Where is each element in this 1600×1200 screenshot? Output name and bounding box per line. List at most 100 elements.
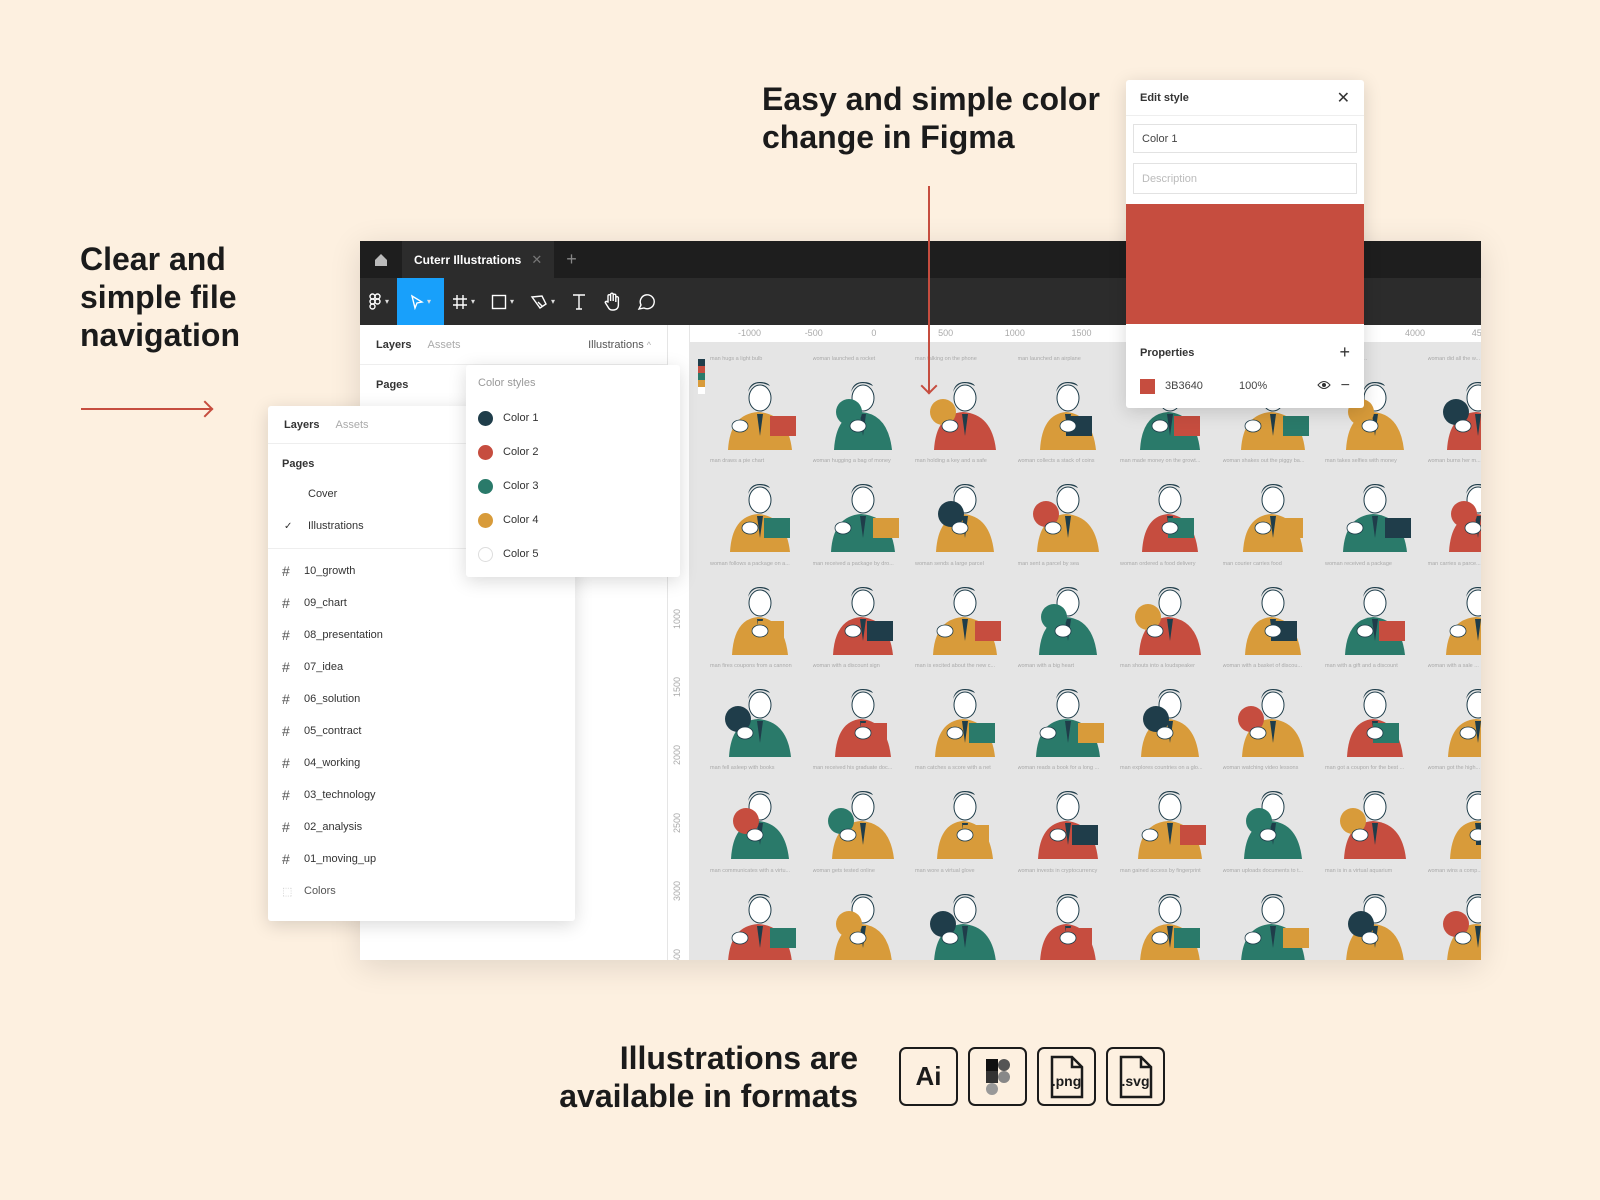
illustration-card[interactable]: woman wins a comp... bbox=[1428, 868, 1481, 960]
eye-icon[interactable] bbox=[1316, 380, 1331, 393]
illustration-card[interactable]: woman with a sale ... bbox=[1428, 663, 1481, 763]
ruler-tick-label: 1500 bbox=[1071, 328, 1092, 338]
illustration-card[interactable]: woman launched a rocket bbox=[813, 356, 913, 456]
illustration-card[interactable]: man received his graduate doc... bbox=[813, 765, 913, 865]
illustration bbox=[833, 382, 892, 450]
layer-item-frame[interactable]: #04_working bbox=[268, 747, 575, 779]
home-icon[interactable] bbox=[360, 241, 402, 278]
illustration-caption: woman with a basket of discou... bbox=[1222, 662, 1302, 669]
layer-item-frame[interactable]: #09_chart bbox=[268, 587, 575, 619]
illustration bbox=[1447, 688, 1481, 757]
pen-tool-button[interactable]: ▾ bbox=[522, 278, 563, 325]
illustration-card[interactable]: man catches a score with a net bbox=[915, 765, 1015, 865]
headline-line: Clear and bbox=[80, 241, 226, 277]
illustration-card[interactable]: man holding a key and a safe bbox=[915, 458, 1015, 558]
fill-opacity-value[interactable]: 100% bbox=[1239, 380, 1267, 392]
headline-file-navigation: Clear and simple file navigation bbox=[80, 240, 240, 354]
move-tool-button[interactable]: ▾ bbox=[397, 278, 445, 325]
illustration-card[interactable]: woman with a discount sign bbox=[813, 663, 913, 763]
color-style-item[interactable]: Color 3 bbox=[466, 469, 680, 503]
illustration-card[interactable]: woman follows a package on a... bbox=[710, 561, 810, 661]
comment-tool-button[interactable] bbox=[629, 278, 663, 325]
text-tool-button[interactable] bbox=[563, 278, 595, 325]
page-selector-label: Illustrations bbox=[588, 338, 644, 351]
fill-hex-value[interactable]: 3B3640 bbox=[1165, 380, 1229, 392]
illustration-card[interactable]: man made money on the growt... bbox=[1120, 458, 1220, 558]
color-style-item[interactable]: Color 4 bbox=[466, 503, 680, 537]
illustration-card[interactable]: man is excited about the new c... bbox=[915, 663, 1015, 763]
hand-tool-button[interactable] bbox=[595, 278, 629, 325]
illustration-card[interactable]: man talking on the phone bbox=[915, 356, 1015, 456]
illustration-card[interactable]: woman got the high... bbox=[1428, 765, 1481, 865]
layer-item-frame[interactable]: #08_presentation bbox=[268, 619, 575, 651]
layer-item-frame[interactable]: #07_idea bbox=[268, 651, 575, 683]
illustration-card[interactable]: woman hugging a bag of money bbox=[813, 458, 913, 558]
file-tab[interactable]: Cuterr Illustrations ✕ bbox=[402, 241, 555, 278]
illustration-card[interactable]: woman invests in cryptocurrency bbox=[1018, 868, 1118, 960]
illustration-card[interactable]: man draws a pie chart bbox=[710, 458, 810, 558]
close-icon[interactable]: ✕ bbox=[1337, 88, 1350, 108]
headline-line: navigation bbox=[80, 317, 241, 353]
layer-item-frame[interactable]: #01_moving_up bbox=[268, 843, 575, 875]
illustration-card[interactable]: man launched an airplane bbox=[1018, 356, 1118, 456]
color-style-item[interactable]: Color 5 bbox=[466, 537, 680, 571]
illustration-card[interactable]: man explores countries on a glo... bbox=[1120, 765, 1220, 865]
illustration-card[interactable]: woman collects a stack of coins bbox=[1018, 458, 1118, 558]
illustration-card[interactable]: woman did all the w... bbox=[1428, 356, 1481, 456]
add-property-icon[interactable]: + bbox=[1339, 342, 1350, 363]
illustration-card[interactable]: man shouts into a loudspeaker bbox=[1120, 663, 1220, 763]
illustration bbox=[1032, 484, 1099, 553]
illustration bbox=[936, 484, 994, 553]
illustration-card[interactable]: man got a coupon for the best ... bbox=[1325, 765, 1425, 865]
ruler-tick-label: 500 bbox=[938, 328, 954, 338]
illustration-card[interactable]: man communicates with a virtu... bbox=[710, 867, 810, 960]
page-selector[interactable]: Illustrations ^ bbox=[588, 339, 651, 351]
color-style-item[interactable]: Color 1 bbox=[466, 401, 680, 435]
illustration-card[interactable]: woman watching video lessons bbox=[1223, 765, 1323, 865]
illustration-card[interactable]: woman shakes out the piggy ba... bbox=[1223, 458, 1323, 558]
color-style-item[interactable]: Color 2 bbox=[466, 435, 680, 469]
illustration-caption: man communicates with a virtu... bbox=[710, 867, 791, 874]
figma-menu-button[interactable]: ▾ bbox=[360, 278, 397, 325]
illustration-caption: man sent a parcel by sea bbox=[1017, 560, 1079, 567]
remove-fill-icon[interactable]: − bbox=[1341, 377, 1350, 395]
layer-item-frame[interactable]: #02_analysis bbox=[268, 811, 575, 843]
assets-tab[interactable]: Assets bbox=[335, 419, 368, 431]
illustration-card[interactable]: man is in a virtual aquarium bbox=[1325, 868, 1425, 960]
fill-color-chip[interactable] bbox=[1140, 378, 1155, 394]
illustration-card[interactable]: man sent a parcel by sea bbox=[1018, 561, 1118, 661]
description-input[interactable]: Description bbox=[1133, 163, 1357, 194]
illustration-card[interactable]: woman ordered a food delivery bbox=[1120, 561, 1220, 661]
new-tab-icon[interactable]: + bbox=[566, 249, 577, 270]
layer-item-frame[interactable]: #03_technology bbox=[268, 779, 575, 811]
illustration-card[interactable]: man wore a virtual glove bbox=[915, 868, 1015, 960]
layer-item-colors[interactable]: ⬚ Colors bbox=[268, 875, 575, 907]
layer-item-frame[interactable]: #05_contract bbox=[268, 715, 575, 747]
frame-tool-button[interactable]: ▾ bbox=[444, 278, 483, 325]
illustration-card[interactable]: man gained access by fingerprint bbox=[1120, 868, 1220, 960]
illustration-card[interactable]: woman sends a large parcel bbox=[915, 561, 1015, 661]
illustration-card[interactable]: woman gets tested online bbox=[813, 868, 913, 960]
layer-item-frame[interactable]: #06_solution bbox=[268, 683, 575, 715]
rectangle-tool-button[interactable]: ▾ bbox=[483, 278, 522, 325]
style-name-input[interactable]: Color 1 bbox=[1133, 124, 1357, 153]
illustration-card[interactable]: woman with a big heart bbox=[1018, 663, 1118, 763]
illustration-card[interactable]: man with a gift and a discount bbox=[1325, 663, 1425, 763]
illustration-card[interactable]: woman received a package bbox=[1325, 561, 1425, 661]
illustration-card[interactable]: woman burns her m... bbox=[1428, 458, 1481, 558]
illustration-card[interactable]: man courier carries food bbox=[1223, 561, 1323, 661]
illustration-card[interactable]: man fell asleep with books bbox=[710, 765, 810, 865]
close-tab-icon[interactable]: ✕ bbox=[531, 252, 542, 268]
illustration-card[interactable]: woman with a basket of discou... bbox=[1223, 663, 1323, 763]
layers-tab[interactable]: Layers bbox=[284, 419, 319, 431]
layers-tab[interactable]: Layers bbox=[376, 339, 411, 351]
canvas[interactable]: man hugs a light bulb woman launched a r… bbox=[690, 343, 1481, 960]
illustration-card[interactable]: woman reads a book for a long ... bbox=[1018, 765, 1118, 865]
illustration-card[interactable]: woman uploads documents to t... bbox=[1223, 868, 1323, 960]
illustration-card[interactable]: man fires coupons from a cannon bbox=[710, 663, 810, 763]
illustration-card[interactable]: man hugs a light bulb bbox=[710, 356, 810, 456]
illustration-card[interactable]: man received a package by dro... bbox=[813, 561, 913, 661]
illustration-card[interactable]: man carries a parce... bbox=[1428, 561, 1481, 661]
assets-tab[interactable]: Assets bbox=[427, 339, 460, 351]
illustration-card[interactable]: man takes selfies with money bbox=[1325, 458, 1425, 558]
